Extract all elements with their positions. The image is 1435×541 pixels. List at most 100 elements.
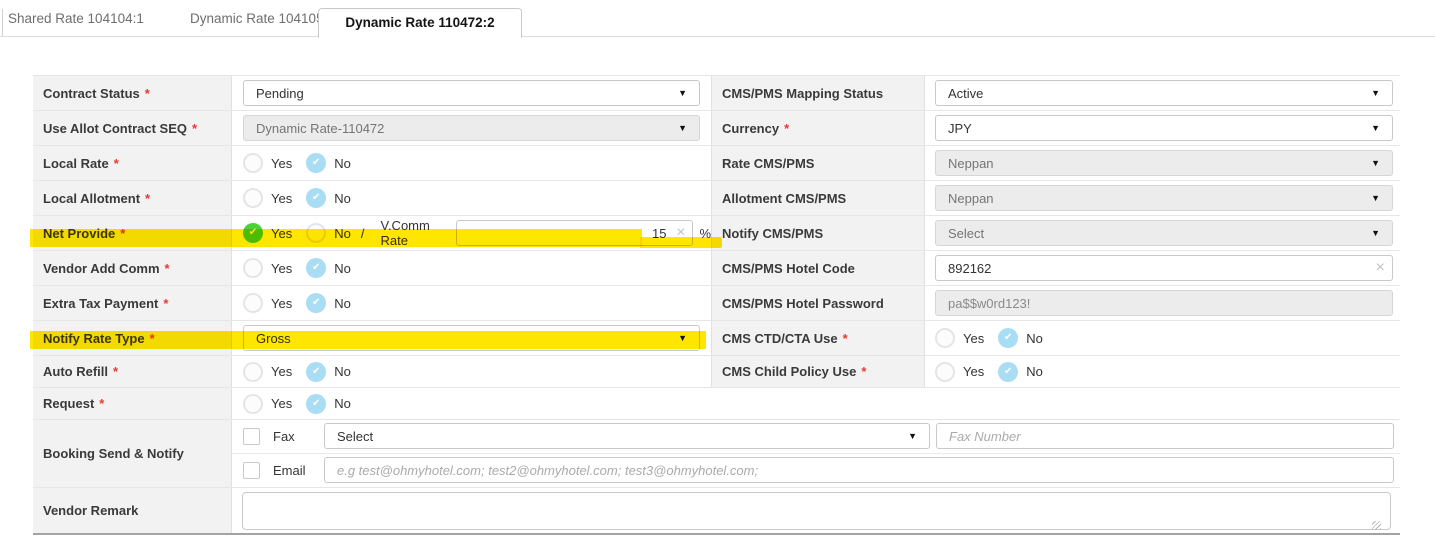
- request-no-radio[interactable]: ✔: [306, 394, 326, 414]
- cms-child-policy-no-radio[interactable]: ✔: [998, 362, 1018, 382]
- request-yes-radio[interactable]: [243, 394, 263, 414]
- cms-pms-mapping-status-label: CMS/PMS Mapping Status: [711, 76, 925, 110]
- currency-label: Currency*: [711, 111, 925, 145]
- yes-label: Yes: [271, 261, 292, 276]
- chevron-down-icon: ▼: [678, 88, 687, 98]
- auto-refill-no-radio[interactable]: ✔: [306, 362, 326, 382]
- vendor-add-comm-label: Vendor Add Comm*: [33, 251, 232, 285]
- row-use-allot-contract-seq: Use Allot Contract SEQ* Dynamic Rate-110…: [33, 111, 1400, 146]
- chevron-down-icon: ▼: [1371, 228, 1380, 238]
- vendor-add-comm-yes-radio[interactable]: [243, 258, 263, 278]
- cms-pms-mapping-status-select[interactable]: Active ▼: [935, 80, 1393, 106]
- yes-label: Yes: [271, 396, 292, 411]
- net-provide-yes-radio[interactable]: ✔: [243, 223, 263, 243]
- net-provide-label: Net Provide*: [33, 216, 232, 250]
- vcomm-rate-label: V.Comm Rate: [380, 218, 444, 248]
- no-label: No: [334, 396, 351, 411]
- fax-select[interactable]: Select ▼: [324, 423, 930, 449]
- cms-ctd-cta-use-label: CMS CTD/CTA Use*: [711, 321, 925, 355]
- extra-tax-payment-yes-radio[interactable]: [243, 293, 263, 313]
- email-checkbox[interactable]: [243, 462, 260, 479]
- cms-pms-hotel-code-input[interactable]: [935, 255, 1393, 281]
- row-extra-tax-payment: Extra Tax Payment* Yes ✔ No CMS/PMS Hote…: [33, 286, 1400, 321]
- cms-pms-hotel-password-label: CMS/PMS Hotel Password: [711, 286, 925, 320]
- tab-dynamic-rate-104105[interactable]: Dynamic Rate 104105:1: [190, 11, 335, 26]
- tabbar-left-edge: [2, 9, 3, 36]
- yes-label: Yes: [271, 156, 292, 171]
- local-allotment-label: Local Allotment*: [33, 181, 232, 215]
- rate-cms-pms-label: Rate CMS/PMS: [711, 146, 925, 180]
- chevron-down-icon: ▼: [678, 333, 687, 343]
- currency-select[interactable]: JPY ▼: [935, 115, 1393, 141]
- vendor-add-comm-no-radio[interactable]: ✔: [306, 258, 326, 278]
- active-tab-label: Dynamic Rate 110472:2: [345, 15, 494, 30]
- extra-tax-payment-label: Extra Tax Payment*: [33, 286, 232, 320]
- notify-cms-pms-label: Notify CMS/PMS: [711, 216, 925, 250]
- vendor-remark-textarea[interactable]: [242, 492, 1391, 530]
- notify-rate-type-select[interactable]: Gross ▼: [243, 325, 700, 351]
- local-allotment-yes-radio[interactable]: [243, 188, 263, 208]
- use-allot-contract-seq-label: Use Allot Contract SEQ*: [33, 111, 232, 145]
- allotment-cms-pms-select: Neppan ▼: [935, 185, 1393, 211]
- email-input[interactable]: [324, 457, 1394, 483]
- yes-label: Yes: [271, 191, 292, 206]
- rate-cms-pms-value: Neppan: [948, 156, 994, 171]
- local-rate-no-radio[interactable]: ✔: [306, 153, 326, 173]
- allotment-cms-pms-value: Neppan: [948, 191, 994, 206]
- cms-child-policy-use-label: CMS Child Policy Use*: [711, 356, 925, 387]
- currency-value: JPY: [948, 121, 972, 136]
- check-icon: ✔: [312, 399, 320, 409]
- fax-subrow: Fax Select ▼: [232, 420, 1400, 454]
- net-provide-no-radio[interactable]: [306, 223, 326, 243]
- chevron-down-icon: ▼: [678, 123, 687, 133]
- tab-dynamic-rate-110472[interactable]: Dynamic Rate 110472:2: [318, 8, 522, 38]
- row-booking-send-notify: Booking Send & Notify Fax Select ▼ Email: [33, 420, 1400, 488]
- no-label: No: [334, 296, 351, 311]
- check-icon: ✔: [312, 158, 320, 168]
- yes-label: Yes: [963, 331, 984, 346]
- fax-select-value: Select: [337, 429, 373, 444]
- row-local-rate: Local Rate* Yes ✔ No Rate CMS/PMS Neppan…: [33, 146, 1400, 181]
- local-rate-yes-radio[interactable]: [243, 153, 263, 173]
- yes-label: Yes: [271, 226, 292, 241]
- row-net-provide: Net Provide* ✔ Yes No / V.Comm Rate × % …: [33, 216, 1400, 251]
- notify-rate-type-label: Notify Rate Type*: [33, 321, 232, 355]
- check-icon: ✔: [1004, 333, 1012, 343]
- cms-pms-mapping-status-value: Active: [948, 86, 983, 101]
- row-vendor-remark: Vendor Remark: [33, 488, 1400, 535]
- local-allotment-no-radio[interactable]: ✔: [306, 188, 326, 208]
- cms-child-policy-yes-radio[interactable]: [935, 362, 955, 382]
- contract-rate-mapping-screen: Shared Rate 104104:1 Dynamic Rate 104105…: [0, 0, 1435, 541]
- notify-rate-type-value: Gross: [256, 331, 291, 346]
- fax-number-input[interactable]: [936, 423, 1394, 449]
- extra-tax-payment-no-radio[interactable]: ✔: [306, 293, 326, 313]
- contract-status-label: Contract Status*: [33, 76, 232, 110]
- cms-ctd-cta-no-radio[interactable]: ✔: [998, 328, 1018, 348]
- auto-refill-yes-radio[interactable]: [243, 362, 263, 382]
- cms-ctd-cta-yes-radio[interactable]: [935, 328, 955, 348]
- chevron-down-icon: ▼: [1371, 193, 1380, 203]
- no-label: No: [1026, 331, 1043, 346]
- email-subrow: Email: [232, 454, 1400, 488]
- chevron-down-icon: ▼: [1371, 88, 1380, 98]
- clear-icon[interactable]: ×: [676, 225, 685, 241]
- check-icon: ✔: [312, 263, 320, 273]
- tab-bar: Shared Rate 104104:1 Dynamic Rate 104105…: [0, 0, 1435, 37]
- request-label: Request*: [33, 388, 232, 419]
- tab-shared-rate-104104[interactable]: Shared Rate 104104:1: [8, 11, 144, 26]
- row-vendor-add-comm: Vendor Add Comm* Yes ✔ No CMS/PMS Hotel …: [33, 251, 1400, 286]
- vcomm-rate-input[interactable]: [456, 220, 693, 246]
- email-label: Email: [273, 463, 324, 478]
- clear-icon[interactable]: ×: [1376, 260, 1385, 276]
- contract-status-select[interactable]: Pending ▼: [243, 80, 700, 106]
- cms-pms-hotel-code-label: CMS/PMS Hotel Code: [711, 251, 925, 285]
- chevron-down-icon: ▼: [1371, 158, 1380, 168]
- no-label: No: [334, 156, 351, 171]
- auto-refill-label: Auto Refill*: [33, 356, 232, 387]
- yes-label: Yes: [271, 296, 292, 311]
- notify-cms-pms-value: Select: [948, 226, 984, 241]
- no-label: No: [334, 261, 351, 276]
- no-label: No: [1026, 364, 1043, 379]
- notify-cms-pms-select[interactable]: Select ▼: [935, 220, 1393, 246]
- fax-checkbox[interactable]: [243, 428, 260, 445]
